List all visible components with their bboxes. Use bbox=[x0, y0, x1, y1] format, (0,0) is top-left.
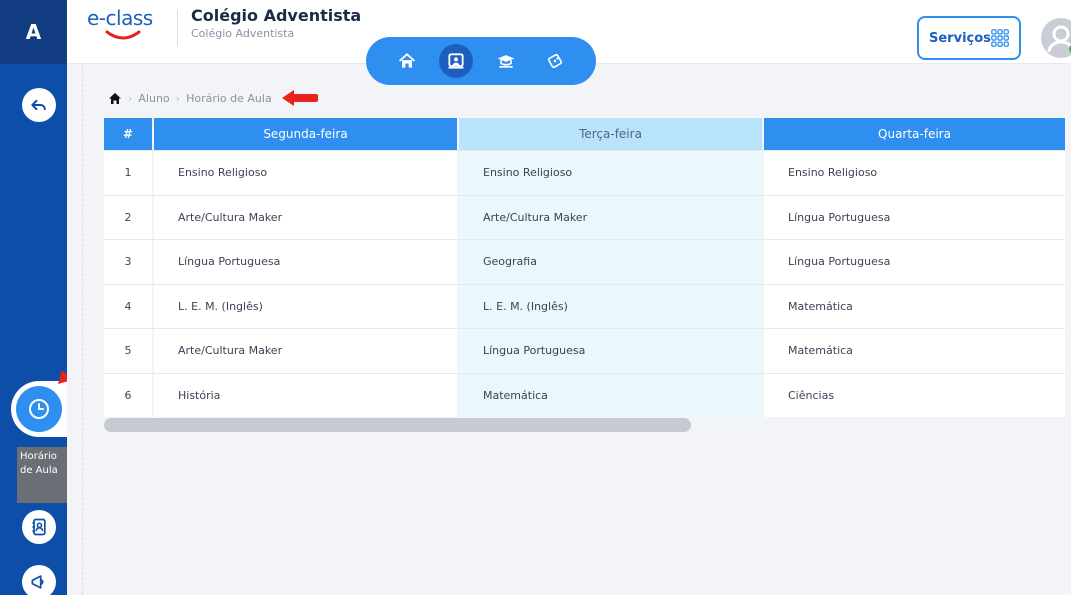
left-sidebar: A bbox=[0, 0, 67, 595]
puzzle-icon bbox=[548, 53, 563, 69]
cell-wednesday: Língua Portuguesa bbox=[762, 240, 1065, 284]
schedule-button[interactable] bbox=[16, 386, 62, 432]
cell-number: 3 bbox=[104, 240, 152, 284]
board-icon bbox=[448, 53, 464, 69]
cell-monday: Língua Portuguesa bbox=[152, 240, 457, 284]
brand-logo[interactable]: e-class bbox=[87, 6, 167, 46]
content-gutter bbox=[67, 64, 83, 595]
clock-icon bbox=[29, 399, 49, 419]
breadcrumb: › Aluno › Horário de Aula bbox=[108, 92, 272, 105]
school-subtitle: Colégio Adventista bbox=[191, 27, 295, 40]
logo-letter: A bbox=[25, 20, 42, 44]
nav-student[interactable] bbox=[439, 44, 474, 78]
cell-tuesday: Ensino Religioso bbox=[457, 151, 762, 195]
cell-monday: L. E. M. (Inglês) bbox=[152, 284, 457, 328]
user-avatar[interactable] bbox=[1041, 18, 1071, 58]
user-icon bbox=[1047, 25, 1071, 53]
table-row: 1 Ensino Religioso Ensino Religioso Ensi… bbox=[104, 150, 1065, 195]
back-button[interactable] bbox=[22, 88, 56, 122]
cell-tuesday: Matemática bbox=[457, 373, 762, 417]
table-row: 3 Língua Portuguesa Geografia Língua Por… bbox=[104, 239, 1065, 284]
graduation-icon bbox=[497, 55, 515, 68]
table-header: # Segunda-feira Terça-feira Quarta-feira bbox=[104, 118, 1065, 150]
annotation-arrow-breadcrumb bbox=[282, 90, 318, 106]
table-row: 2 Arte/Cultura Maker Arte/Cultura Maker … bbox=[104, 194, 1065, 239]
header-wednesday: Quarta-feira bbox=[762, 118, 1065, 150]
header-tuesday: Terça-feira bbox=[457, 118, 762, 150]
smile-icon bbox=[105, 30, 141, 40]
services-label: Serviços bbox=[929, 30, 991, 46]
header-number: # bbox=[104, 118, 152, 150]
cell-number: 2 bbox=[104, 195, 152, 239]
nav-activities[interactable] bbox=[538, 44, 572, 78]
cell-wednesday: Língua Portuguesa bbox=[762, 195, 1065, 239]
nav-courses[interactable] bbox=[489, 44, 523, 78]
cell-tuesday: Língua Portuguesa bbox=[457, 329, 762, 373]
cell-number: 1 bbox=[104, 151, 152, 195]
main-nav bbox=[366, 37, 596, 85]
announcements-button[interactable] bbox=[22, 565, 56, 595]
home-icon[interactable] bbox=[108, 92, 122, 105]
cell-wednesday: Matemática bbox=[762, 329, 1065, 373]
nav-home[interactable] bbox=[390, 44, 424, 78]
table-row: 6 História Matemática Ciências bbox=[104, 372, 1065, 417]
school-name: Colégio Adventista bbox=[191, 6, 362, 25]
breadcrumb-current: Horário de Aula bbox=[186, 92, 272, 105]
cell-wednesday: Ensino Religioso bbox=[762, 151, 1065, 195]
brand-name: e-class bbox=[87, 6, 153, 30]
breadcrumb-aluno[interactable]: Aluno bbox=[138, 92, 169, 105]
app-logo[interactable]: A bbox=[0, 0, 67, 64]
cell-number: 6 bbox=[104, 373, 152, 417]
cell-monday: História bbox=[152, 373, 457, 417]
cell-tuesday: Geografia bbox=[457, 240, 762, 284]
grid-icon bbox=[991, 29, 1009, 47]
schedule-table: # Segunda-feira Terça-feira Quarta-feira… bbox=[104, 118, 1065, 417]
cell-tuesday: L. E. M. (Inglês) bbox=[457, 284, 762, 328]
cell-tuesday: Arte/Cultura Maker bbox=[457, 195, 762, 239]
cell-monday: Arte/Cultura Maker bbox=[152, 195, 457, 239]
header-divider bbox=[177, 10, 178, 46]
cell-number: 5 bbox=[104, 329, 152, 373]
header-monday: Segunda-feira bbox=[152, 118, 457, 150]
cell-number: 4 bbox=[104, 284, 152, 328]
cell-monday: Ensino Religioso bbox=[152, 151, 457, 195]
contacts-icon bbox=[32, 518, 46, 536]
horizontal-scrollbar[interactable] bbox=[104, 418, 691, 432]
cell-monday: Arte/Cultura Maker bbox=[152, 329, 457, 373]
table-row: 5 Arte/Cultura Maker Língua Portuguesa M… bbox=[104, 328, 1065, 373]
schedule-tooltip: Horário de Aula bbox=[17, 447, 67, 503]
back-arrow-icon bbox=[31, 99, 46, 111]
cell-wednesday: Matemática bbox=[762, 284, 1065, 328]
services-button[interactable]: Serviços bbox=[917, 16, 1021, 60]
home-icon bbox=[398, 53, 415, 68]
cell-wednesday: Ciências bbox=[762, 373, 1065, 417]
table-row: 4 L. E. M. (Inglês) L. E. M. (Inglês) Ma… bbox=[104, 283, 1065, 328]
megaphone-icon bbox=[31, 575, 44, 589]
contacts-button[interactable] bbox=[22, 510, 56, 544]
